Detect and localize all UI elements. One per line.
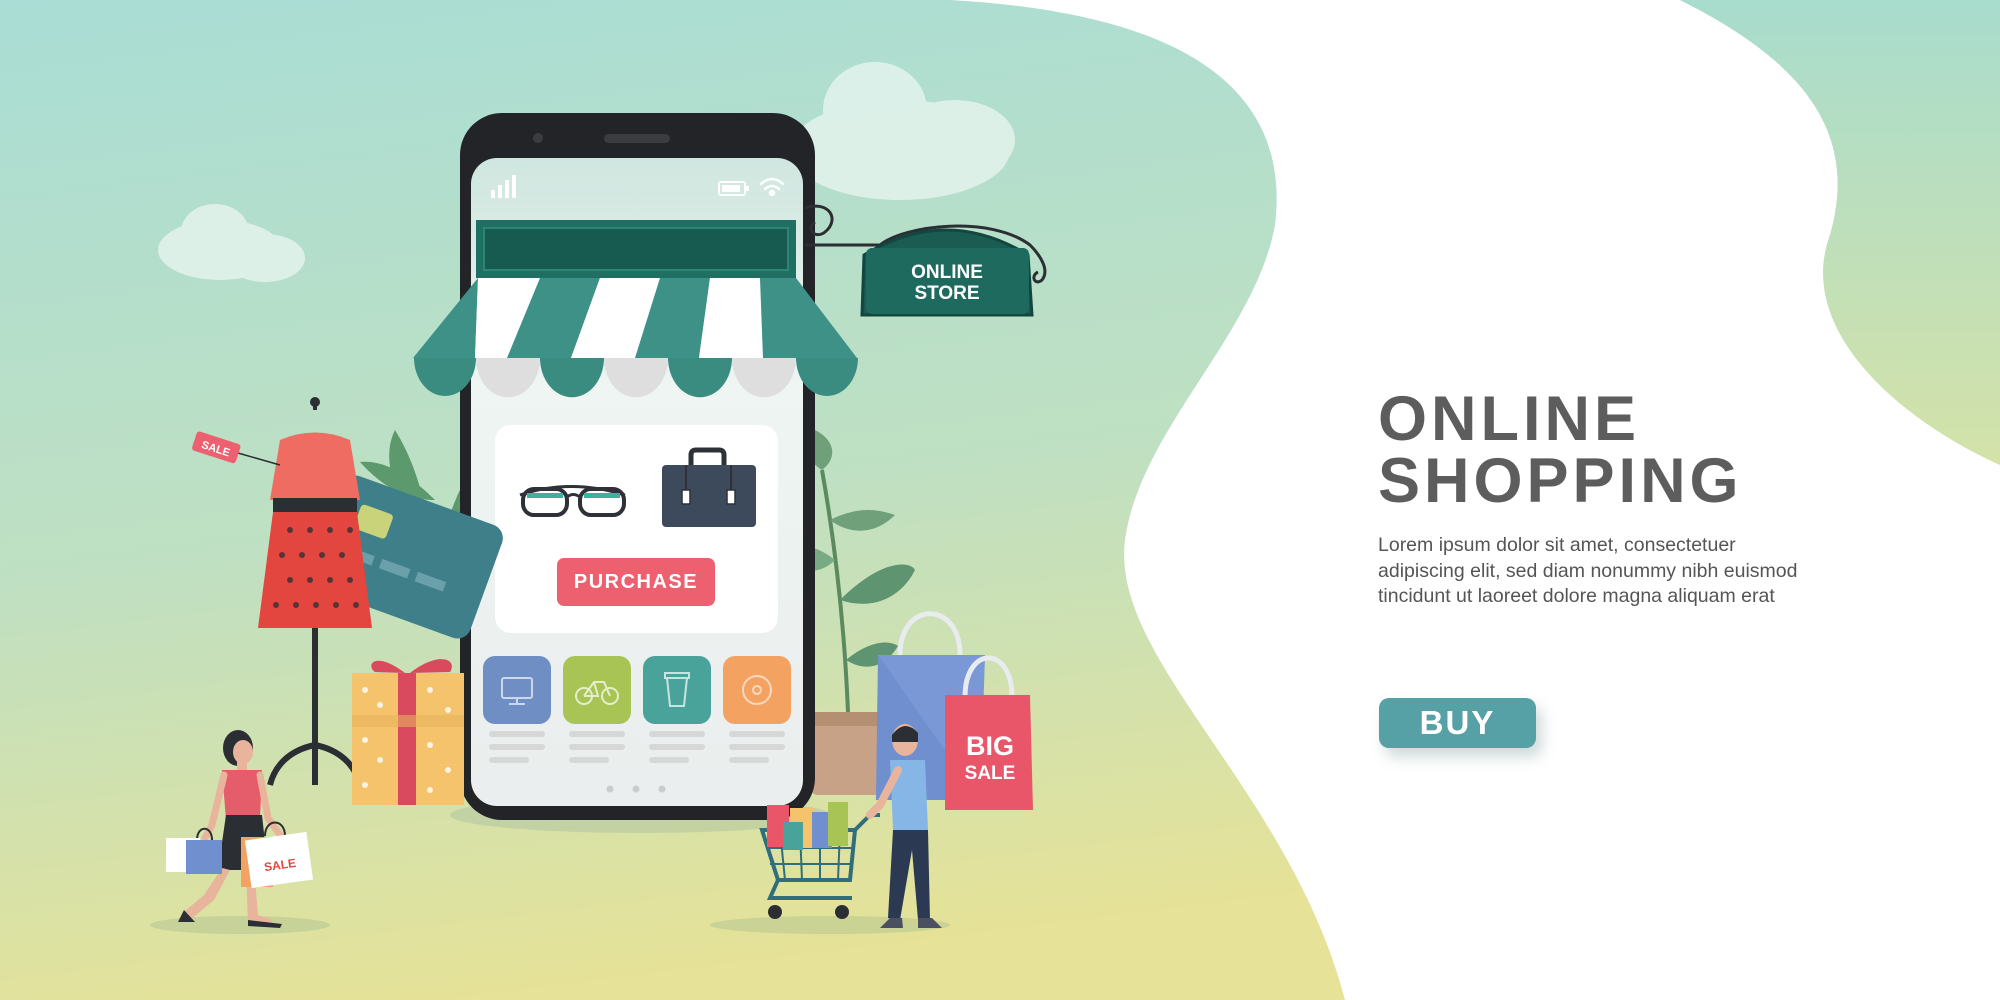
banner: ONLINE STORE SALE BIG SALE SALE PURCHASE… (0, 0, 2000, 1000)
gift-box-icon (352, 659, 464, 805)
description-text: Lorem ipsum dolor sit amet, consectetuer… (1378, 533, 1898, 610)
description-line-3: tincidunt ut laoreet dolore magna aliqua… (1378, 585, 1775, 607)
purchase-button[interactable]: PURCHASE (557, 558, 715, 606)
category-tile-monitor[interactable] (483, 656, 551, 724)
page-title: ONLINE SHOPPING (1378, 384, 1743, 516)
title-line-2: SHOPPING (1378, 446, 1743, 516)
category-tile-bicycle[interactable] (563, 656, 631, 724)
category-tile-disc[interactable] (723, 656, 791, 724)
sign-line-2: STORE (914, 283, 979, 304)
category-tile-cup[interactable] (643, 656, 711, 724)
description-line-2: adipiscing elit, sed diam nonummy nibh e… (1378, 559, 1798, 582)
sign-line-1: ONLINE (911, 262, 983, 283)
big-sale-line-2: SALE (965, 763, 1016, 784)
description-line-1: Lorem ipsum dolor sit amet, consectetuer (1378, 534, 1736, 556)
title-line-1: ONLINE (1378, 384, 1641, 454)
big-sale-line-1: BIG (966, 731, 1014, 761)
buy-button[interactable]: BUY (1379, 698, 1536, 748)
